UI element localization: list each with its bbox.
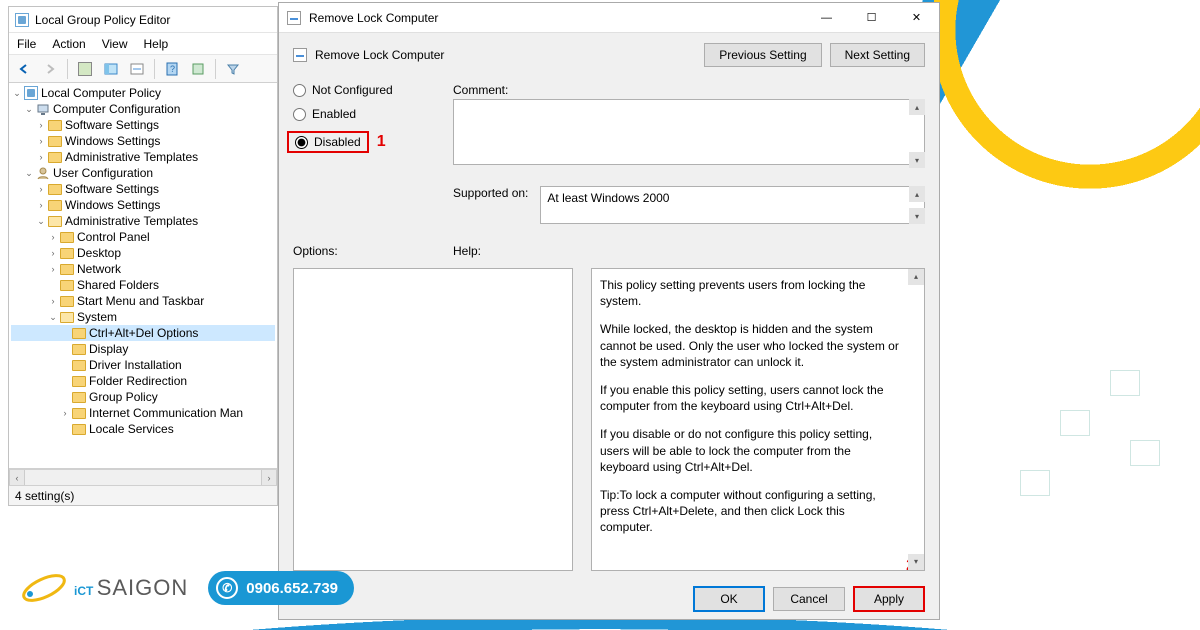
help-icon[interactable]: ?: [161, 58, 183, 80]
radio-enabled[interactable]: Enabled: [293, 107, 423, 121]
help-text: If you disable or do not configure this …: [600, 426, 900, 475]
dialog-footer: OK Cancel Apply: [279, 579, 939, 619]
menubar: File Action View Help: [9, 33, 277, 55]
properties-icon[interactable]: [74, 58, 96, 80]
minimize-button[interactable]: —: [804, 3, 849, 32]
toolbar: ?: [9, 55, 277, 83]
scroll-down-icon[interactable]: ▾: [908, 554, 924, 570]
annotation-1: 1: [377, 133, 386, 151]
maximize-button[interactable]: ☐: [849, 3, 894, 32]
show-pane-icon[interactable]: [100, 58, 122, 80]
help-text: If you enable this policy setting, users…: [600, 382, 900, 414]
svg-text:?: ?: [170, 64, 175, 74]
tree-computer-config[interactable]: Computer Configuration: [11, 101, 275, 117]
tree-group-policy[interactable]: Group Policy: [11, 389, 275, 405]
back-button[interactable]: [13, 58, 35, 80]
tree-uc-software[interactable]: Software Settings: [11, 181, 275, 197]
export-icon[interactable]: [187, 58, 209, 80]
tree-control-panel[interactable]: Control Panel: [11, 229, 275, 245]
tree-uc-admin[interactable]: Administrative Templates: [11, 213, 275, 229]
menu-action[interactable]: Action: [52, 37, 85, 51]
scroll-up-icon[interactable]: ▴: [909, 186, 925, 202]
dialog-titlebar: Remove Lock Computer — ☐ ✕: [279, 3, 939, 33]
policy-icon-small: [293, 48, 307, 62]
apply-button[interactable]: Apply: [853, 586, 925, 612]
scroll-left-icon[interactable]: ‹: [9, 470, 25, 485]
close-button[interactable]: ✕: [894, 3, 939, 32]
menu-view[interactable]: View: [102, 37, 128, 51]
refresh-icon[interactable]: [126, 58, 148, 80]
tree-desktop[interactable]: Desktop: [11, 245, 275, 261]
comment-textarea[interactable]: [453, 99, 925, 165]
gpedit-icon: [15, 13, 29, 27]
tree-folder-redirection[interactable]: Folder Redirection: [11, 373, 275, 389]
tree-locale-services[interactable]: Locale Services: [11, 421, 275, 437]
help-text: Tip:To lock a computer without configuri…: [600, 487, 900, 536]
policy-icon: [287, 11, 301, 25]
menu-file[interactable]: File: [17, 37, 36, 51]
tree-pane: Local Computer Policy Computer Configura…: [9, 83, 277, 469]
decor-network: [950, 350, 1200, 550]
gpedit-window: Local Group Policy Editor File Action Vi…: [8, 6, 278, 506]
help-text: This policy setting prevents users from …: [600, 277, 900, 309]
phone-number: 0906.652.739: [246, 580, 338, 597]
policy-subtitle: Remove Lock Computer: [315, 48, 696, 62]
tree-cc-admin[interactable]: Administrative Templates: [11, 149, 275, 165]
scroll-right-icon[interactable]: ›: [261, 470, 277, 485]
forward-button[interactable]: [39, 58, 61, 80]
tree-driver-install[interactable]: Driver Installation: [11, 357, 275, 373]
help-text: While locked, the desktop is hidden and …: [600, 321, 900, 370]
tree-cc-windows[interactable]: Windows Settings: [11, 133, 275, 149]
options-label: Options:: [293, 244, 423, 258]
phone-pill: ✆ 0906.652.739: [208, 571, 354, 605]
scroll-down-icon[interactable]: ▾: [909, 152, 925, 168]
gpedit-titlebar: Local Group Policy Editor: [9, 7, 277, 33]
tree-root[interactable]: Local Computer Policy: [11, 85, 275, 101]
logo: iCT SAIGON: [20, 564, 188, 612]
tree-network[interactable]: Network: [11, 261, 275, 277]
options-panel: [293, 268, 573, 571]
phone-icon: ✆: [216, 577, 238, 599]
scroll-up-icon[interactable]: ▴: [909, 99, 925, 115]
scroll-up-icon[interactable]: ▴: [908, 269, 924, 285]
decor-circle: [920, 0, 1200, 200]
statusbar: 4 setting(s): [9, 485, 277, 505]
radio-not-configured[interactable]: Not Configured: [293, 83, 423, 97]
previous-setting-button[interactable]: Previous Setting: [704, 43, 821, 67]
tree-user-config[interactable]: User Configuration: [11, 165, 275, 181]
gpedit-title-text: Local Group Policy Editor: [35, 13, 170, 27]
next-setting-button[interactable]: Next Setting: [830, 43, 925, 67]
help-panel: This policy setting prevents users from …: [591, 268, 925, 571]
tree-internet-comm[interactable]: Internet Communication Man: [11, 405, 275, 421]
tree-shared-folders[interactable]: Shared Folders: [11, 277, 275, 293]
dialog-title-text: Remove Lock Computer: [309, 11, 438, 25]
tree-cc-software[interactable]: Software Settings: [11, 117, 275, 133]
tree-start-menu[interactable]: Start Menu and Taskbar: [11, 293, 275, 309]
supported-on-value: At least Windows 2000: [540, 186, 925, 224]
filter-icon[interactable]: [222, 58, 244, 80]
cancel-button[interactable]: Cancel: [773, 587, 845, 611]
menu-help[interactable]: Help: [144, 37, 169, 51]
tree-system[interactable]: System: [11, 309, 275, 325]
logo-text: iCT SAIGON: [74, 575, 188, 601]
scroll-down-icon[interactable]: ▾: [909, 208, 925, 224]
ok-button[interactable]: OK: [693, 586, 765, 612]
help-label: Help:: [453, 244, 925, 258]
comment-label: Comment:: [453, 83, 925, 97]
radio-disabled[interactable]: Disabled: [287, 131, 369, 153]
tree-display[interactable]: Display: [11, 341, 275, 357]
status-text: 4 setting(s): [15, 489, 74, 503]
logo-mark-icon: [20, 564, 68, 612]
tree-uc-windows[interactable]: Windows Settings: [11, 197, 275, 213]
horizontal-scrollbar[interactable]: ‹ ›: [9, 469, 277, 485]
tree-cad-options[interactable]: Ctrl+Alt+Del Options: [11, 325, 275, 341]
policy-dialog: Remove Lock Computer — ☐ ✕ Remove Lock C…: [278, 2, 940, 620]
branding: iCT SAIGON ✆ 0906.652.739: [20, 564, 354, 612]
supported-label: Supported on:: [453, 186, 528, 200]
